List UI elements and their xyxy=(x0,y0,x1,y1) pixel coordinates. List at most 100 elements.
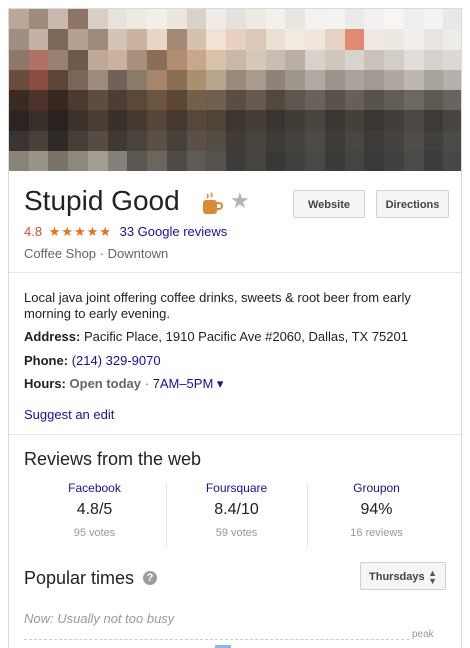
photo-tile xyxy=(206,130,228,152)
photo-tile xyxy=(226,69,247,91)
place-photo[interactable] xyxy=(9,9,461,171)
photo-tile xyxy=(364,29,386,51)
photo-tile xyxy=(186,150,208,171)
photo-tile xyxy=(423,9,445,31)
photo-tile xyxy=(443,49,461,71)
photo-tile xyxy=(206,29,228,51)
divider xyxy=(9,434,461,435)
phone-row: Phone: (214) 329-9070 xyxy=(24,353,161,368)
photo-tile xyxy=(324,69,346,91)
photo-tile xyxy=(443,110,461,132)
photo-tile xyxy=(364,9,386,31)
place-description: Local java joint offering coffee drinks,… xyxy=(24,290,411,321)
review-source-facebook[interactable]: Facebook 4.8/5 95 votes xyxy=(27,481,162,539)
photo-tile xyxy=(166,150,188,171)
review-source-name[interactable]: Groupon xyxy=(309,481,444,495)
photo-tile xyxy=(9,90,30,112)
photo-tile xyxy=(285,130,307,152)
review-source-foursquare[interactable]: Foursquare 8.4/10 59 votes xyxy=(169,481,304,539)
photo-tile xyxy=(443,150,461,171)
photo-tile xyxy=(423,69,445,91)
photo-tile xyxy=(186,49,208,71)
review-source-name[interactable]: Foursquare xyxy=(169,481,304,495)
phone-link[interactable]: (214) 329-9070 xyxy=(72,353,161,368)
photo-tile xyxy=(226,130,247,152)
photo-tile xyxy=(127,110,149,132)
photo-tile xyxy=(48,110,70,132)
photo-tile xyxy=(28,90,50,112)
photo-tile xyxy=(403,150,425,171)
photo-tile xyxy=(166,90,188,112)
photo-tile xyxy=(186,29,208,51)
photo-tile xyxy=(87,69,109,91)
photo-tile xyxy=(87,130,109,152)
photo-tile xyxy=(305,90,326,112)
review-source-groupon[interactable]: Groupon 94% 16 reviews xyxy=(309,481,444,539)
popular-times-title: Popular times xyxy=(24,568,135,588)
open-status: Open today xyxy=(69,376,142,391)
photo-tile xyxy=(9,49,30,71)
photo-tile xyxy=(107,49,129,71)
photo-tile xyxy=(9,110,30,132)
photo-tile xyxy=(384,150,405,171)
google-reviews-link[interactable]: 33 Google reviews xyxy=(120,224,228,239)
photo-tile xyxy=(87,9,109,31)
photo-tile xyxy=(107,29,129,51)
photo-tile xyxy=(364,90,386,112)
photo-tile xyxy=(186,9,208,31)
hours-row: Hours: Open today · 7AM–5PM ▾ xyxy=(24,376,223,392)
photo-tile xyxy=(384,130,405,152)
photo-tile xyxy=(324,110,346,132)
photo-tile xyxy=(186,130,208,152)
help-icon[interactable]: ? xyxy=(143,571,157,585)
photo-tile xyxy=(305,130,326,152)
rating-stars: ★★★★★ xyxy=(48,224,112,239)
knowledge-panel: Stupid Good ★ Website Directions 4.8 ★★★… xyxy=(8,8,462,648)
photo-tile xyxy=(245,29,267,51)
photo-tile xyxy=(245,110,267,132)
photo-tile xyxy=(107,150,129,171)
photo-tile xyxy=(28,69,50,91)
chevron-down-icon: ▾ xyxy=(216,376,224,391)
photo-tile xyxy=(384,29,405,51)
photo-tile xyxy=(423,150,445,171)
photo-tile xyxy=(403,29,425,51)
photo-tile xyxy=(344,9,366,31)
photo-tile xyxy=(305,69,326,91)
photo-tile xyxy=(127,150,149,171)
photo-tile xyxy=(245,90,267,112)
photo-tile xyxy=(226,150,247,171)
coffee-cup-icon xyxy=(203,192,223,214)
photo-tile xyxy=(423,110,445,132)
photo-tile xyxy=(28,29,50,51)
photo-tile xyxy=(364,110,386,132)
day-selector[interactable]: Thursdays ▲ ▼ xyxy=(360,562,446,590)
photo-tile xyxy=(364,69,386,91)
photo-tile xyxy=(384,90,405,112)
photo-tile xyxy=(206,9,228,31)
photo-tile xyxy=(186,110,208,132)
photo-tile xyxy=(48,69,70,91)
photo-tile xyxy=(28,9,50,31)
photo-tile xyxy=(166,29,188,51)
save-star-icon[interactable]: ★ xyxy=(230,190,250,212)
suggest-edit-link[interactable]: Suggest an edit xyxy=(24,407,114,422)
photo-tile xyxy=(68,49,89,71)
photo-tile xyxy=(423,49,445,71)
photo-tile xyxy=(68,29,89,51)
photo-tile xyxy=(87,110,109,132)
photo-tile xyxy=(127,130,149,152)
website-button[interactable]: Website xyxy=(293,190,365,218)
hours-dropdown[interactable]: 7AM–5PM ▾ xyxy=(153,376,224,391)
photo-tile xyxy=(285,29,307,51)
photo-tile xyxy=(226,9,247,31)
peak-label: peak xyxy=(412,629,434,640)
review-source-name[interactable]: Facebook xyxy=(27,481,162,495)
directions-button[interactable]: Directions xyxy=(376,190,449,218)
rating-value: 4.8 xyxy=(24,224,43,239)
reviews-web-title: Reviews from the web xyxy=(24,449,202,469)
photo-tile xyxy=(166,130,188,152)
hours-label: Hours: xyxy=(24,376,66,391)
photo-tile xyxy=(186,69,208,91)
photo-tile xyxy=(107,110,129,132)
